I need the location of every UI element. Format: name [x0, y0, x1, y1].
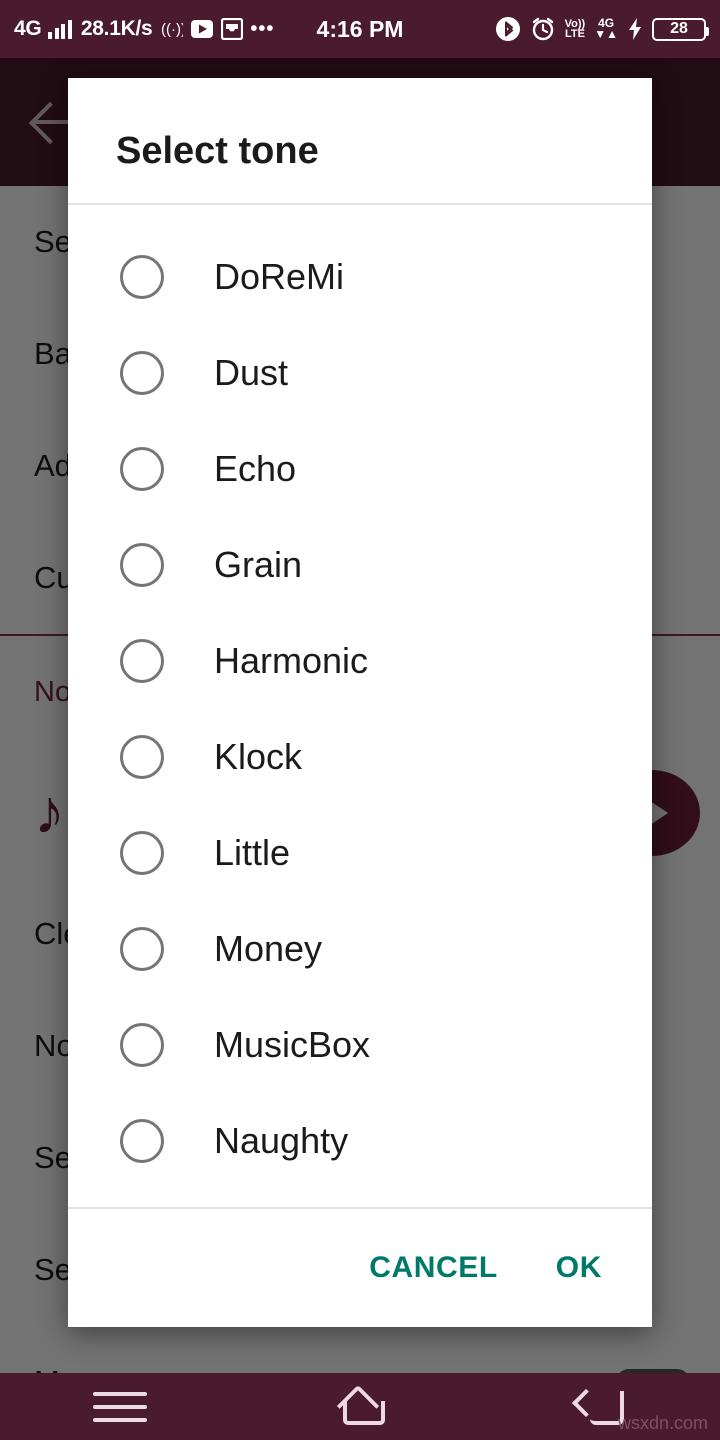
charging-bolt-icon: [627, 17, 643, 41]
nav-home-button[interactable]: [240, 1373, 480, 1440]
menu-icon: [93, 1391, 147, 1422]
tone-option-row[interactable]: Harmonic: [68, 613, 652, 709]
data-arrows-icon: 4G ▼▲: [594, 16, 618, 41]
tone-option-row[interactable]: Doda: [68, 205, 652, 229]
nav-menu-button[interactable]: [0, 1373, 240, 1440]
svg-text:((·)): ((·)): [161, 21, 183, 38]
status-bar-right: Vo)) LTE 4G ▼▲ 28: [495, 16, 709, 42]
select-tone-dialog: Select tone Doda DoReMi Dust Echo Grain Harmo…: [68, 78, 652, 1327]
dialog-actions: CANCEL OK: [68, 1209, 652, 1327]
tone-option-row[interactable]: MusicBox: [68, 997, 652, 1093]
radio-button-icon[interactable]: [120, 831, 164, 875]
phone-screen: Se Ba Ad Cu No ♪ Cle No Se Se Mu 4G 2: [0, 0, 720, 1440]
back-icon: [576, 1389, 624, 1425]
tone-option-row[interactable]: Dust: [68, 325, 652, 421]
tone-option-label: MusicBox: [214, 1024, 371, 1065]
watermark: wsxdn.com: [617, 1413, 708, 1433]
network-type-label: 4G: [14, 17, 42, 40]
alarm-icon: [530, 16, 556, 42]
youtube-icon: [190, 19, 214, 39]
status-bar-left: 4G 28.1K/s ((·)) •••: [14, 17, 274, 41]
tone-option-row[interactable]: Echo: [68, 421, 652, 517]
tone-option-row[interactable]: Grain: [68, 517, 652, 613]
tone-option-row[interactable]: Klock: [68, 709, 652, 805]
tone-option-row[interactable]: Money: [68, 901, 652, 997]
dialog-title: Select tone: [116, 130, 319, 172]
tone-option-label: DoReMi: [214, 256, 345, 297]
tone-option-label: Echo: [214, 448, 297, 489]
hotspot-icon: ((·)): [159, 17, 183, 41]
signal-bars-icon: [48, 19, 72, 39]
nav-bar: [0, 1373, 720, 1440]
tone-option-row[interactable]: Naughty: [68, 1093, 652, 1189]
tone-option-row[interactable]: DoReMi: [68, 229, 652, 325]
ok-button[interactable]: OK: [550, 1243, 608, 1293]
data-speed-label: 28.1K/s: [80, 17, 153, 40]
inbox-icon: [221, 18, 244, 40]
tone-option-label: Dust: [214, 352, 289, 393]
tone-option-label: Grain: [214, 544, 303, 585]
tone-option-label: Harmonic: [214, 640, 369, 681]
battery-percent-label: 28: [670, 20, 688, 37]
volte-icon: Vo)) LTE: [564, 19, 586, 40]
tone-list[interactable]: Doda DoReMi Dust Echo Grain Harmonic Klock Litt…: [68, 205, 652, 1207]
radio-button-icon[interactable]: [120, 543, 164, 587]
battery-icon: 28: [652, 17, 709, 41]
bluetooth-icon: [495, 16, 521, 42]
radio-button-icon[interactable]: [120, 639, 164, 683]
tone-option-label: Little: [214, 832, 291, 873]
radio-button-icon[interactable]: [120, 255, 164, 299]
volte-bottom-label: LTE: [564, 28, 585, 40]
tone-option-label: Naughty: [214, 1120, 349, 1161]
radio-button-icon[interactable]: [120, 1119, 164, 1163]
radio-button-icon[interactable]: [120, 351, 164, 395]
home-icon: [335, 1389, 385, 1425]
tone-option-label: Money: [214, 928, 323, 969]
radio-button-icon[interactable]: [120, 1023, 164, 1067]
radio-button-icon[interactable]: [120, 447, 164, 491]
radio-button-icon[interactable]: [120, 927, 164, 971]
radio-button-icon[interactable]: [120, 735, 164, 779]
cancel-button[interactable]: CANCEL: [363, 1243, 504, 1293]
tone-option-label: Klock: [214, 736, 303, 777]
more-dots-icon: •••: [250, 18, 275, 40]
tone-option-row[interactable]: Little: [68, 805, 652, 901]
status-bar: 4G 28.1K/s ((·)) ••• 4:16 PM Vo)): [0, 0, 720, 58]
